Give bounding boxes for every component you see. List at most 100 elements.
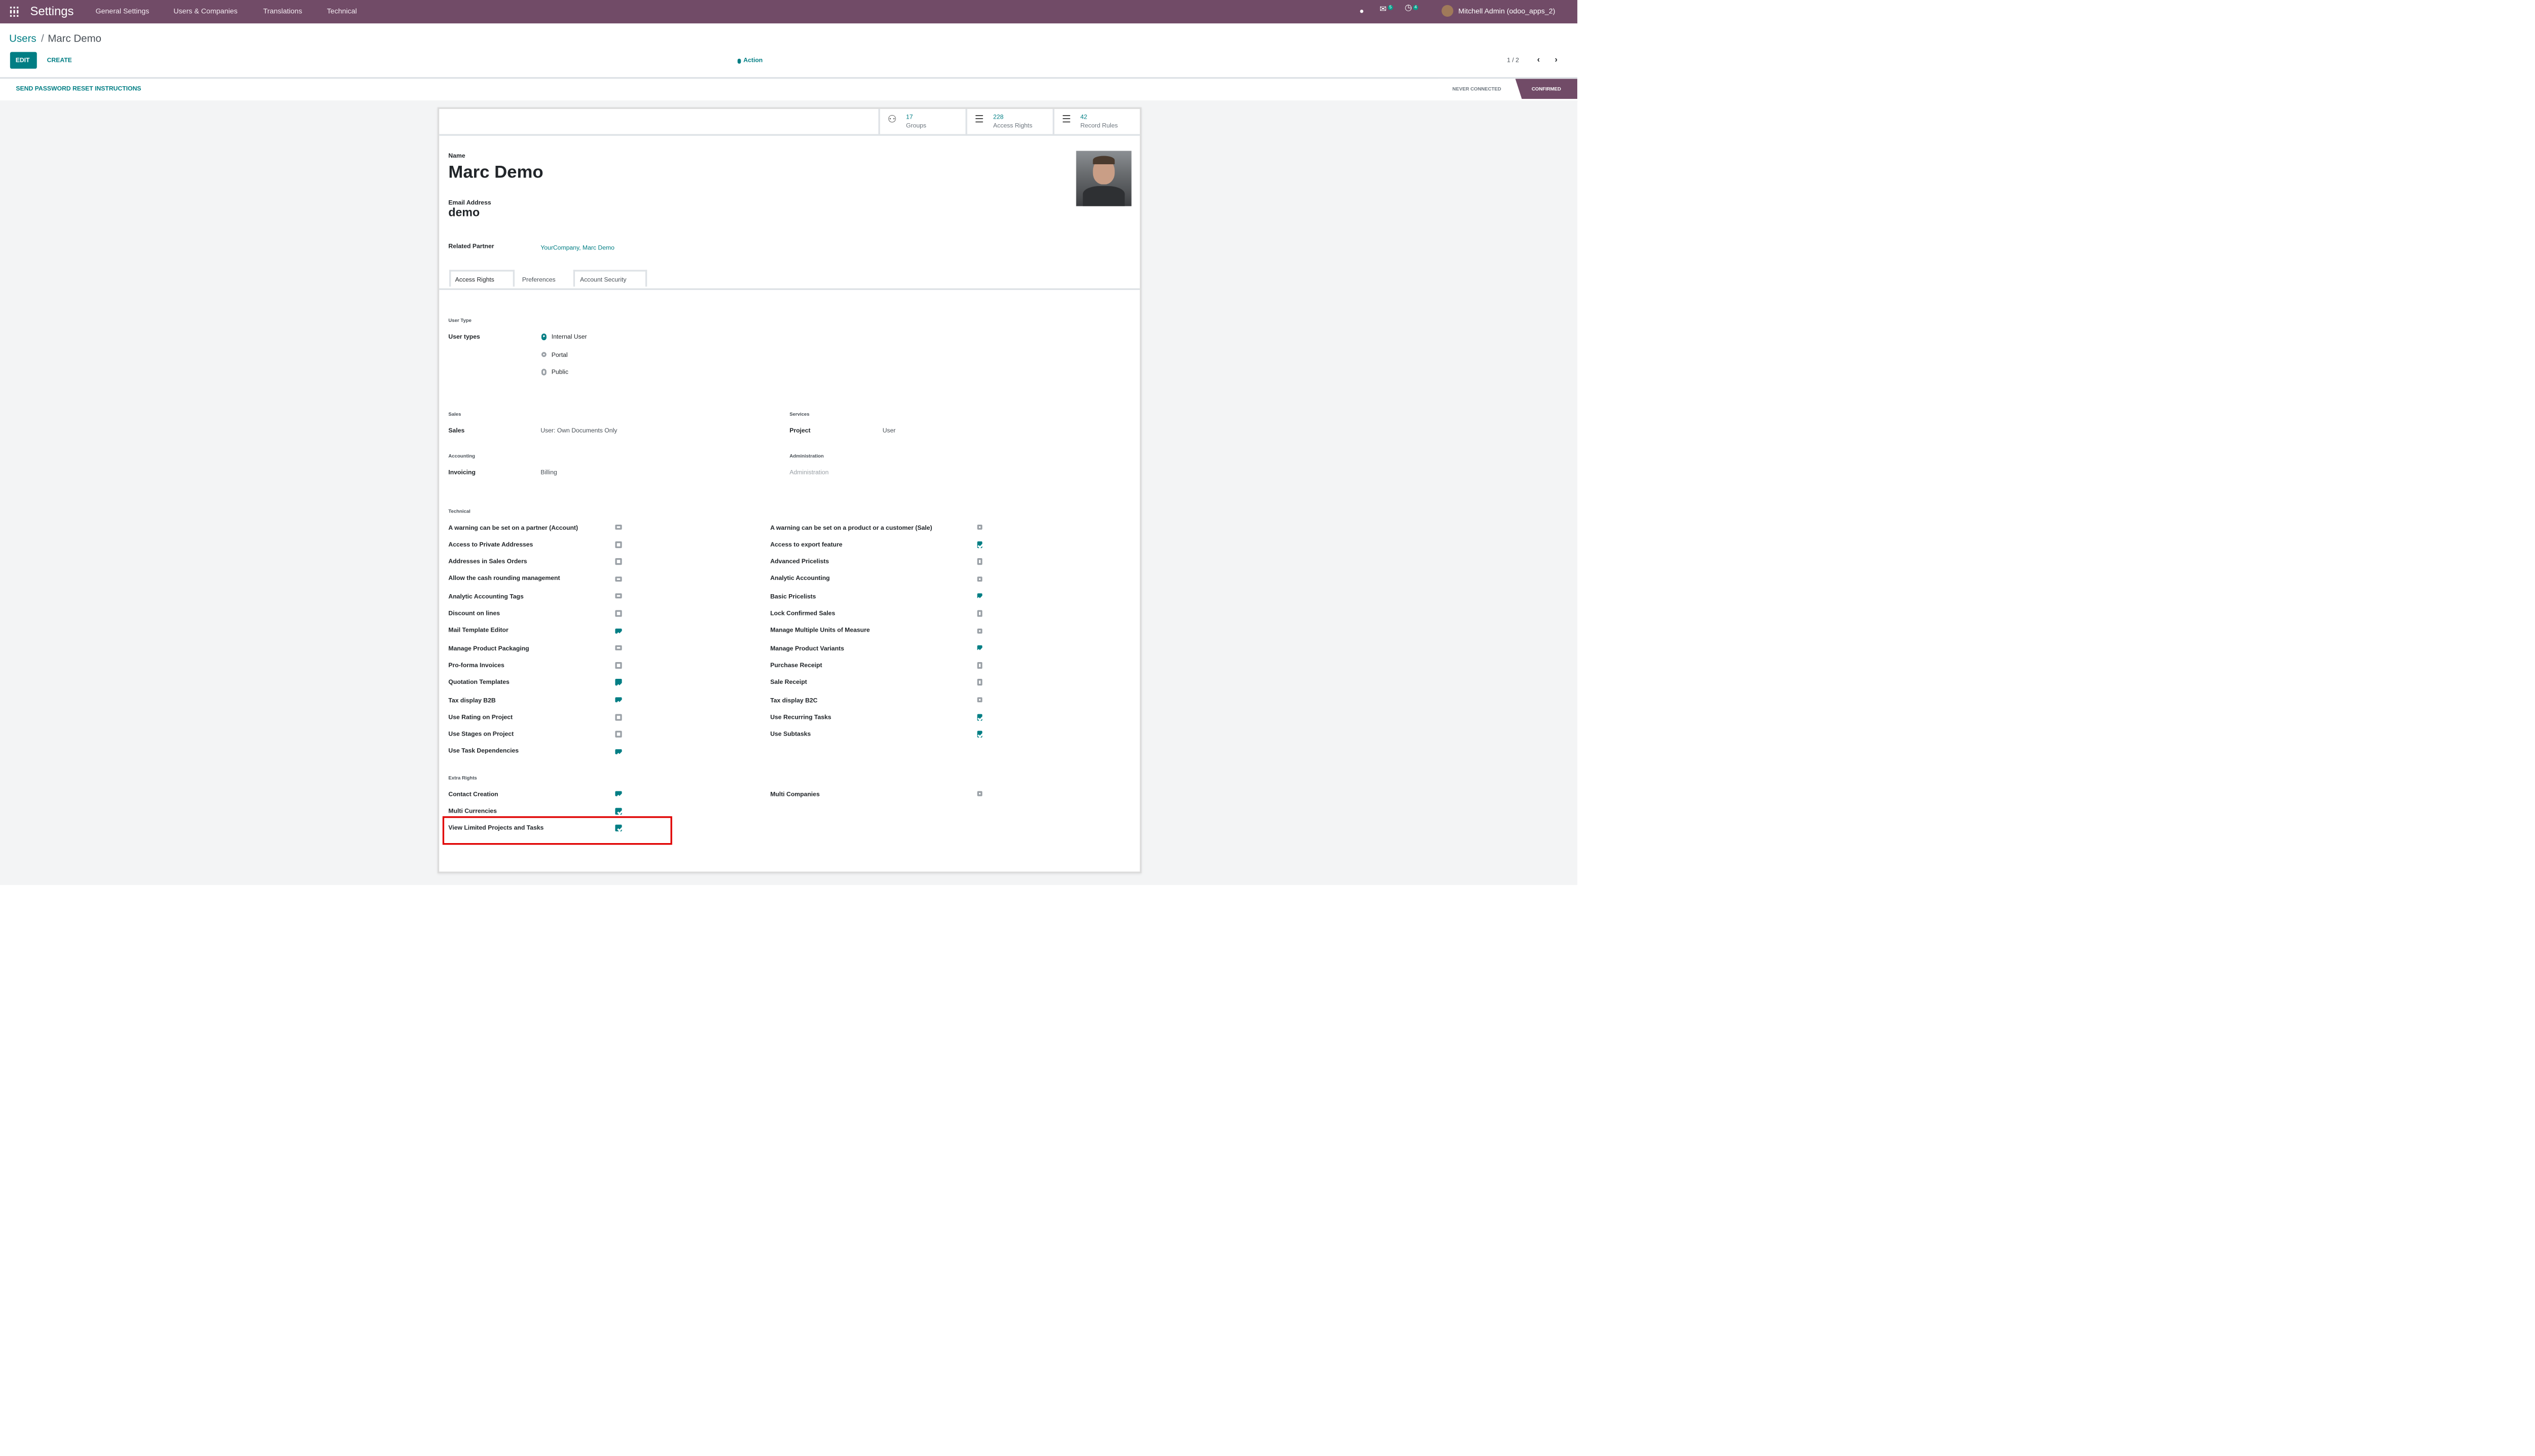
checkbox-multi-currencies[interactable] bbox=[615, 808, 622, 814]
user-name[interactable]: Marc Demo bbox=[448, 163, 543, 183]
checkbox-label: A warning can be set on a partner (Accou… bbox=[448, 524, 578, 531]
tab-account-security[interactable]: Account Security bbox=[573, 270, 647, 287]
checkbox-advanced-pricelists[interactable] bbox=[976, 558, 983, 565]
checkbox-label: Purchase Receipt bbox=[770, 662, 822, 669]
checkbox-addresses-in-sales-orders[interactable] bbox=[615, 558, 622, 565]
checkbox-use-task-dependencies[interactable] bbox=[615, 748, 622, 755]
menu-general-settings[interactable]: General Settings bbox=[95, 0, 149, 23]
checkbox-sale-receipt[interactable] bbox=[976, 679, 983, 686]
checkbox-tax-display-b2b[interactable] bbox=[615, 697, 622, 703]
tab-access-rights[interactable]: Access Rights bbox=[448, 270, 514, 287]
checkbox-access-to-private-addresses[interactable] bbox=[615, 541, 622, 548]
checkbox-a-warning-can-be-set-on-a-partner-account[interactable] bbox=[615, 524, 622, 530]
access-rights-smart-button[interactable]: ☰ 228 Access Rights bbox=[964, 108, 1054, 133]
checkbox-purchase-receipt[interactable] bbox=[976, 662, 983, 669]
list-icon: ☰ bbox=[1062, 115, 1071, 125]
clock-icon[interactable]: ◷ bbox=[1405, 5, 1412, 14]
checkbox-quotation-templates[interactable] bbox=[615, 679, 622, 686]
record-rules-label: Record Rules bbox=[1080, 122, 1118, 129]
checkbox-tax-display-b2c[interactable] bbox=[976, 697, 983, 703]
tab-preferences[interactable]: Preferences bbox=[515, 270, 571, 287]
checkbox-discount-on-lines[interactable] bbox=[615, 610, 622, 616]
users-icon: ⚇ bbox=[887, 115, 897, 125]
app-title[interactable]: Settings bbox=[30, 0, 74, 22]
checkbox-use-recurring-tasks[interactable] bbox=[976, 714, 983, 720]
checkbox-label: Addresses in Sales Orders bbox=[448, 558, 527, 565]
checkbox-label: Use Rating on Project bbox=[448, 713, 513, 720]
send-password-reset-button[interactable]: SEND PASSWORD RESET INSTRUCTIONS bbox=[16, 86, 141, 92]
create-button[interactable]: CREATE bbox=[47, 57, 72, 63]
bell-icon[interactable]: ● bbox=[1359, 7, 1364, 15]
internal-user-label: Internal User bbox=[551, 333, 587, 341]
checkbox-label: Discount on lines bbox=[448, 610, 500, 617]
checkbox-label: Multi Currencies bbox=[448, 807, 497, 815]
checkbox-use-subtasks[interactable] bbox=[976, 731, 983, 738]
checkbox-manage-multiple-units-of-measure[interactable] bbox=[976, 628, 983, 634]
invoicing-access-select[interactable]: Billing bbox=[540, 469, 557, 476]
menu-translations[interactable]: Translations bbox=[263, 0, 302, 23]
user-menu[interactable]: Mitchell Admin (odoo_apps_2) bbox=[1458, 0, 1555, 23]
project-access-select[interactable]: User bbox=[883, 427, 896, 434]
checkbox-label: Access to export feature bbox=[770, 541, 843, 548]
sales-heading: Sales bbox=[448, 411, 461, 418]
checkbox-label: Tax display B2C bbox=[770, 696, 818, 703]
sales-label: Sales bbox=[448, 427, 465, 434]
edit-button[interactable]: EDIT bbox=[9, 51, 37, 68]
checkbox-manage-product-variants[interactable] bbox=[976, 645, 983, 651]
checkbox-pro-forma-invoices[interactable] bbox=[615, 662, 622, 669]
checkbox-label: Tax display B2B bbox=[448, 696, 496, 703]
checkbox-mail-template-editor[interactable] bbox=[615, 628, 622, 634]
pager-value[interactable]: 1 / 2 bbox=[1507, 57, 1519, 63]
checkbox-allow-the-cash-rounding-management[interactable] bbox=[615, 575, 622, 582]
highlight-box bbox=[442, 815, 672, 844]
checkbox-multi-companies[interactable] bbox=[976, 790, 983, 797]
radio-public[interactable] bbox=[540, 369, 547, 375]
checkbox-contact-creation[interactable] bbox=[615, 790, 622, 797]
services-heading: Services bbox=[789, 411, 810, 418]
menu-technical[interactable]: Technical bbox=[327, 0, 357, 23]
radio-internal-user[interactable] bbox=[540, 333, 547, 340]
checkbox-label: Analytic Accounting bbox=[770, 575, 830, 583]
top-navbar: Settings General Settings Users & Compan… bbox=[0, 0, 1578, 24]
action-menu[interactable]: Action bbox=[743, 57, 763, 63]
checkbox-use-rating-on-project[interactable] bbox=[615, 714, 622, 720]
breadcrumb-separator: / bbox=[41, 32, 44, 45]
accounting-heading: Accounting bbox=[448, 452, 475, 459]
checkbox-label: Basic Pricelists bbox=[770, 593, 816, 600]
gear-icon bbox=[737, 58, 741, 63]
checkbox-basic-pricelists[interactable] bbox=[976, 593, 983, 599]
breadcrumb-users[interactable]: Users bbox=[9, 32, 36, 44]
chat-icon[interactable]: ✉ bbox=[1380, 5, 1387, 15]
access-rights-label: Access Rights bbox=[993, 122, 1033, 129]
administration-access-select[interactable]: Administration bbox=[789, 469, 828, 476]
chevron-left-icon[interactable]: ‹ bbox=[1537, 54, 1540, 64]
checkbox-label: Multi Companies bbox=[770, 790, 820, 797]
sales-access-select[interactable]: User: Own Documents Only bbox=[540, 427, 617, 434]
record-rules-smart-button[interactable]: ☰ 42 Record Rules bbox=[1052, 108, 1141, 133]
apps-menu-icon[interactable] bbox=[9, 7, 19, 17]
user-type-heading: User Type bbox=[448, 316, 472, 324]
checkbox-use-stages-on-project[interactable] bbox=[615, 731, 622, 738]
checkbox-manage-product-packaging[interactable] bbox=[615, 645, 622, 651]
breadcrumb-current: Marc Demo bbox=[48, 32, 101, 45]
chevron-right-icon[interactable]: › bbox=[1555, 54, 1558, 64]
checkbox-label: Pro-forma Invoices bbox=[448, 662, 504, 669]
checkbox-label: A warning can be set on a product or a c… bbox=[770, 524, 932, 531]
checkbox-lock-confirmed-sales[interactable] bbox=[976, 610, 983, 616]
checkbox-analytic-accounting-tags[interactable] bbox=[615, 593, 622, 599]
menu-users-companies[interactable]: Users & Companies bbox=[173, 0, 237, 23]
user-photo[interactable] bbox=[1075, 150, 1131, 206]
stage-confirmed: CONFIRMED bbox=[1515, 79, 1578, 100]
email-field[interactable]: demo bbox=[448, 208, 480, 220]
activities-badge: 4 bbox=[1413, 5, 1419, 11]
checkbox-analytic-accounting[interactable] bbox=[976, 575, 983, 582]
related-partner-link[interactable]: YourCompany, Marc Demo bbox=[540, 244, 614, 250]
avatar[interactable] bbox=[1441, 5, 1454, 17]
checkbox-access-to-export-feature[interactable] bbox=[976, 541, 983, 548]
checkbox-label: Use Stages on Project bbox=[448, 731, 514, 738]
checkbox-label: Analytic Accounting Tags bbox=[448, 593, 524, 600]
checkbox-a-warning-can-be-set-on-a-product-or-a-customer-sale[interactable] bbox=[976, 524, 983, 530]
groups-smart-button[interactable]: ⚇ 17 Groups bbox=[877, 108, 966, 133]
radio-portal[interactable] bbox=[540, 351, 547, 358]
related-partner-label: Related Partner bbox=[448, 243, 494, 250]
